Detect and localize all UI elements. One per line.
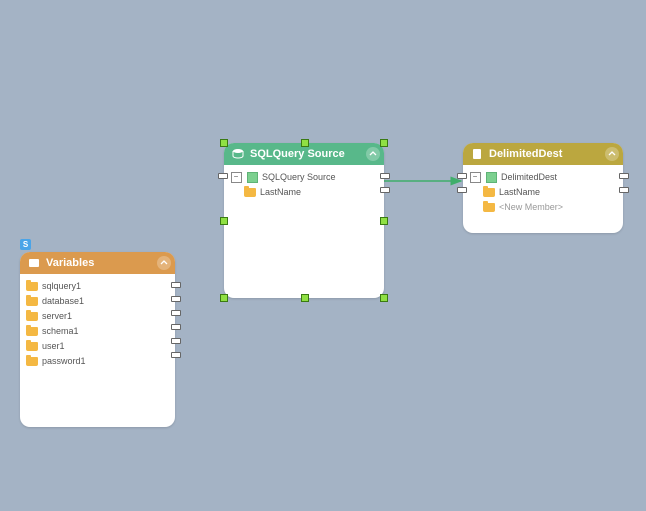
- database-icon: [232, 148, 244, 160]
- resize-handle-ne[interactable]: [380, 139, 388, 147]
- field-label: LastName: [499, 187, 540, 197]
- node-delimited-dest[interactable]: DelimitedDest − DelimitedDest LastName <…: [463, 143, 623, 233]
- collapse-button[interactable]: [157, 256, 171, 270]
- field-row[interactable]: − DelimitedDest: [469, 170, 617, 184]
- node-header[interactable]: Variables: [20, 252, 175, 274]
- resize-handle-e[interactable]: [380, 217, 388, 225]
- output-port[interactable]: [380, 187, 390, 193]
- field-label: database1: [42, 296, 84, 306]
- field-label: user1: [42, 341, 65, 351]
- resize-handle-n[interactable]: [301, 139, 309, 147]
- input-port[interactable]: [218, 173, 228, 179]
- node-title: DelimitedDest: [489, 148, 562, 160]
- folder-icon: [26, 311, 38, 321]
- field-row[interactable]: server1: [26, 309, 169, 323]
- script-badge: S: [20, 239, 31, 250]
- node-variables[interactable]: Variables sqlquery1 database1 server1 sc…: [20, 252, 175, 427]
- node-body: sqlquery1 database1 server1 schema1 user…: [20, 274, 175, 375]
- field-label: DelimitedDest: [501, 172, 557, 182]
- output-port[interactable]: [171, 338, 181, 344]
- folder-icon: [244, 187, 256, 197]
- source-entity-icon: [246, 172, 258, 182]
- folder-icon: [483, 202, 495, 212]
- collapse-button[interactable]: [366, 147, 380, 161]
- output-port[interactable]: [619, 187, 629, 193]
- output-port[interactable]: [171, 310, 181, 316]
- input-port[interactable]: [457, 173, 467, 179]
- field-row[interactable]: user1: [26, 339, 169, 353]
- node-body: − SQLQuery Source LastName: [224, 165, 384, 206]
- folder-icon: [483, 187, 495, 197]
- field-row-new[interactable]: <New Member>: [469, 200, 617, 214]
- output-port[interactable]: [171, 324, 181, 330]
- field-row[interactable]: LastName: [469, 185, 617, 199]
- variables-icon: [28, 257, 40, 269]
- output-port[interactable]: [619, 173, 629, 179]
- resize-handle-se[interactable]: [380, 294, 388, 302]
- expand-icon[interactable]: −: [469, 172, 481, 182]
- field-label: <New Member>: [499, 202, 563, 212]
- expand-icon[interactable]: −: [230, 172, 242, 182]
- node-header[interactable]: DelimitedDest: [463, 143, 623, 165]
- field-label: server1: [42, 311, 72, 321]
- file-icon: [471, 148, 483, 160]
- folder-icon: [26, 296, 38, 306]
- field-label: password1: [42, 356, 86, 366]
- resize-handle-sw[interactable]: [220, 294, 228, 302]
- folder-icon: [26, 281, 38, 291]
- etl-canvas[interactable]: S SQLQuery Source − SQLQuery Source: [0, 0, 646, 511]
- resize-handle-w[interactable]: [220, 217, 228, 225]
- field-label: SQLQuery Source: [262, 172, 336, 182]
- output-port[interactable]: [171, 296, 181, 302]
- dest-entity-icon: [485, 172, 497, 182]
- field-row[interactable]: − SQLQuery Source: [230, 170, 378, 184]
- output-port[interactable]: [380, 173, 390, 179]
- field-label: LastName: [260, 187, 301, 197]
- node-title: Variables: [46, 257, 94, 269]
- output-port[interactable]: [171, 352, 181, 358]
- resize-handle-nw[interactable]: [220, 139, 228, 147]
- field-row[interactable]: sqlquery1: [26, 279, 169, 293]
- node-sqlquery-source[interactable]: SQLQuery Source − SQLQuery Source LastNa…: [224, 143, 384, 298]
- field-row[interactable]: database1: [26, 294, 169, 308]
- field-row[interactable]: password1: [26, 354, 169, 368]
- field-row[interactable]: schema1: [26, 324, 169, 338]
- folder-icon: [26, 341, 38, 351]
- node-title: SQLQuery Source: [250, 148, 345, 160]
- output-port[interactable]: [171, 282, 181, 288]
- node-body: − DelimitedDest LastName <New Member>: [463, 165, 623, 221]
- resize-handle-s[interactable]: [301, 294, 309, 302]
- collapse-button[interactable]: [605, 147, 619, 161]
- field-label: schema1: [42, 326, 79, 336]
- field-label: sqlquery1: [42, 281, 81, 291]
- input-port[interactable]: [457, 187, 467, 193]
- field-row[interactable]: LastName: [230, 185, 378, 199]
- folder-icon: [26, 326, 38, 336]
- folder-icon: [26, 356, 38, 366]
